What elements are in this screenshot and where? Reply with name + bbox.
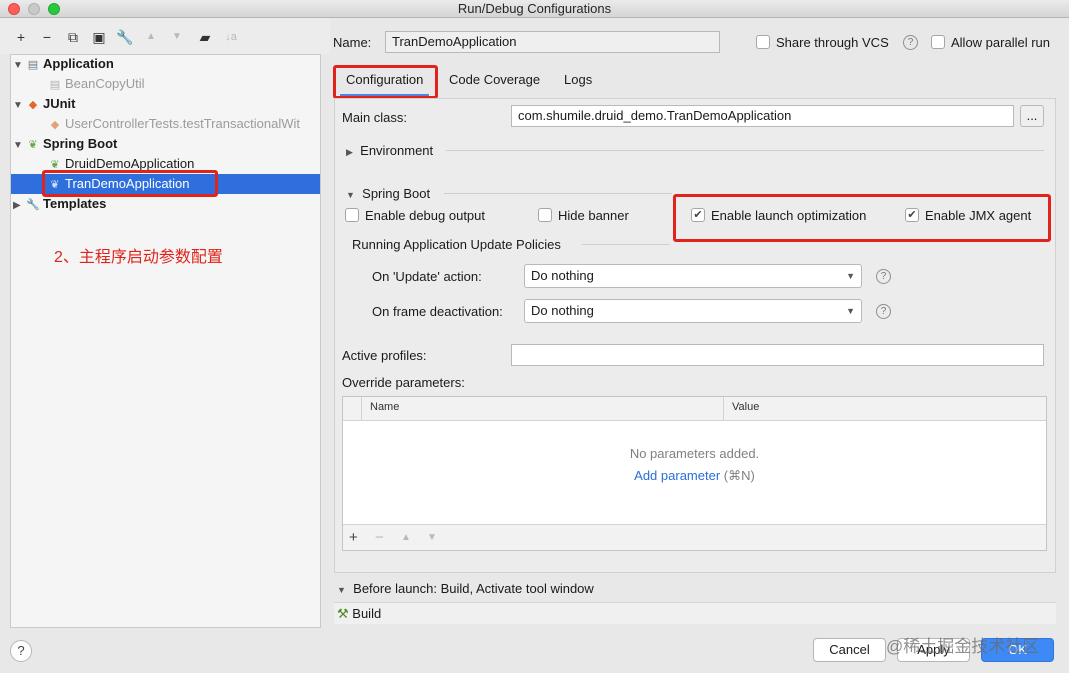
annotation-note: 2、主程序启动参数配置 (54, 249, 223, 266)
hide-banner-label: Hide banner (558, 208, 629, 223)
allow-parallel-label: Allow parallel run (951, 35, 1050, 50)
debug-output-checkbox[interactable] (345, 208, 359, 222)
move-down-icon[interactable]: ▼ (427, 532, 437, 543)
on-frame-label: On frame deactivation: (372, 304, 503, 319)
window-title: Run/Debug Configurations (457, 1, 612, 16)
expand-arrow-icon[interactable]: ▼ (13, 96, 25, 116)
add-parameter-link[interactable]: Add parameter (634, 468, 720, 483)
tab-code-coverage[interactable]: Code Coverage (449, 71, 540, 97)
annotation-box-options (673, 194, 1051, 242)
on-update-label: On 'Update' action: (372, 269, 482, 284)
add-icon[interactable]: + (349, 529, 358, 546)
add-parameter-row: Add parameter (⌘N) (343, 468, 1046, 484)
add-icon[interactable]: + (12, 28, 30, 46)
move-down-icon[interactable]: ▼ (168, 28, 186, 46)
help-circle-icon[interactable]: ? (876, 269, 891, 284)
hide-banner-checkbox[interactable] (538, 208, 552, 222)
collapse-arrow-icon[interactable]: ▶ (13, 196, 25, 216)
name-label: Name: (333, 35, 372, 50)
annotation-box-selected-config (42, 170, 218, 197)
override-params-table: Name Value No parameters added. Add para… (342, 396, 1047, 551)
table-header: Name Value (343, 397, 1046, 421)
tab-logs[interactable]: Logs (564, 71, 592, 97)
divider (723, 397, 724, 420)
tree-node-beancopyutil[interactable]: ▤ BeanCopyUtil (47, 74, 145, 94)
divider (446, 150, 1044, 151)
divider (582, 244, 670, 245)
sort-icon[interactable]: ↓a (222, 28, 240, 46)
tree-node-spring-boot[interactable]: ▼ ❦ Spring Boot (13, 134, 117, 154)
before-launch-section[interactable]: ▼ Before launch: Build, Activate tool wi… (337, 581, 594, 596)
tree-node-templates[interactable]: ▶ 🔧 Templates (13, 194, 106, 214)
main-class-label: Main class: (342, 110, 408, 125)
move-up-icon[interactable]: ▲ (401, 532, 411, 543)
expand-arrow-icon: ▼ (337, 585, 346, 595)
on-frame-dropdown[interactable]: Do nothing ▼ (524, 299, 862, 323)
tree-node-junit-test[interactable]: ◆ UserControllerTests.testTransactionalWi… (47, 114, 300, 134)
title-bar: Run/Debug Configurations (0, 0, 1069, 18)
column-value-header[interactable]: Value (732, 401, 759, 413)
annotation-box-tab (333, 65, 438, 99)
allow-parallel-checkbox[interactable] (931, 35, 945, 49)
junit-icon: ◆ (50, 119, 60, 131)
expand-arrow-icon[interactable]: ▼ (13, 56, 25, 76)
help-button[interactable]: ? (10, 640, 32, 662)
wrench-icon: 🔧 (26, 199, 40, 211)
config-toolbar: + − ⧉ ▣ 🔧 ▲ ▼ ▰ ↓a (0, 18, 330, 54)
application-icon: ▤ (49, 79, 61, 91)
empty-table-text: No parameters added. (629, 446, 760, 461)
divider (444, 193, 672, 194)
hammer-icon: ⚒ (337, 606, 349, 621)
wrench-icon[interactable]: 🔧 (116, 28, 134, 46)
debug-output-label: Enable debug output (365, 208, 485, 223)
expand-arrow-icon[interactable]: ▼ (13, 136, 25, 156)
browse-button[interactable]: ... (1020, 105, 1044, 127)
collapse-arrow-icon: ▶ (346, 147, 353, 157)
remove-icon[interactable]: − (38, 28, 56, 46)
save-icon[interactable]: ▣ (90, 28, 108, 46)
update-policies-heading: Running Application Update Policies (352, 237, 561, 252)
table-toolbar: + − ▲ ▼ (343, 524, 1046, 550)
tree-node-application[interactable]: ▼ ▤ Application (13, 54, 114, 74)
help-circle-icon[interactable]: ? (876, 304, 891, 319)
configuration-tree: ▼ ▤ Application ▤ BeanCopyUtil ▼ ◆ JUnit ◆ Use… (10, 54, 321, 628)
column-name-header[interactable]: Name (370, 401, 399, 413)
before-launch-task[interactable]: ⚒ Build (334, 602, 1056, 624)
watermark: @稀土掘金技术社区 (886, 637, 1040, 656)
share-vcs-checkbox[interactable] (756, 35, 770, 49)
shortcut-hint: (⌘N) (723, 468, 755, 483)
environment-section[interactable]: ▶ Environment (346, 143, 433, 158)
cancel-button[interactable]: Cancel (813, 638, 886, 662)
junit-icon: ◆ (28, 99, 38, 111)
application-icon: ▤ (27, 59, 39, 71)
expand-arrow-icon: ▼ (346, 190, 355, 200)
spring-boot-icon: ❦ (28, 139, 38, 151)
override-params-label: Override parameters: (342, 375, 465, 390)
tree-node-junit[interactable]: ▼ ◆ JUnit (13, 94, 76, 114)
spring-boot-section[interactable]: ▼ Spring Boot (346, 186, 430, 201)
copy-icon[interactable]: ⧉ (64, 28, 82, 46)
share-vcs-label: Share through VCS (776, 35, 889, 50)
on-update-dropdown[interactable]: Do nothing ▼ (524, 264, 862, 288)
remove-icon[interactable]: − (375, 529, 384, 546)
active-profiles-field[interactable] (511, 344, 1044, 366)
active-profiles-label: Active profiles: (342, 348, 427, 363)
chevron-down-icon: ▼ (846, 271, 855, 281)
folder-icon[interactable]: ▰ (196, 28, 214, 46)
name-field[interactable]: TranDemoApplication (385, 31, 720, 53)
move-up-icon[interactable]: ▲ (142, 28, 160, 46)
chevron-down-icon: ▼ (846, 306, 855, 316)
help-circle-icon[interactable]: ? (903, 35, 918, 50)
main-class-field[interactable]: com.shumile.druid_demo.TranDemoApplicati… (511, 105, 1014, 127)
divider (361, 397, 362, 420)
